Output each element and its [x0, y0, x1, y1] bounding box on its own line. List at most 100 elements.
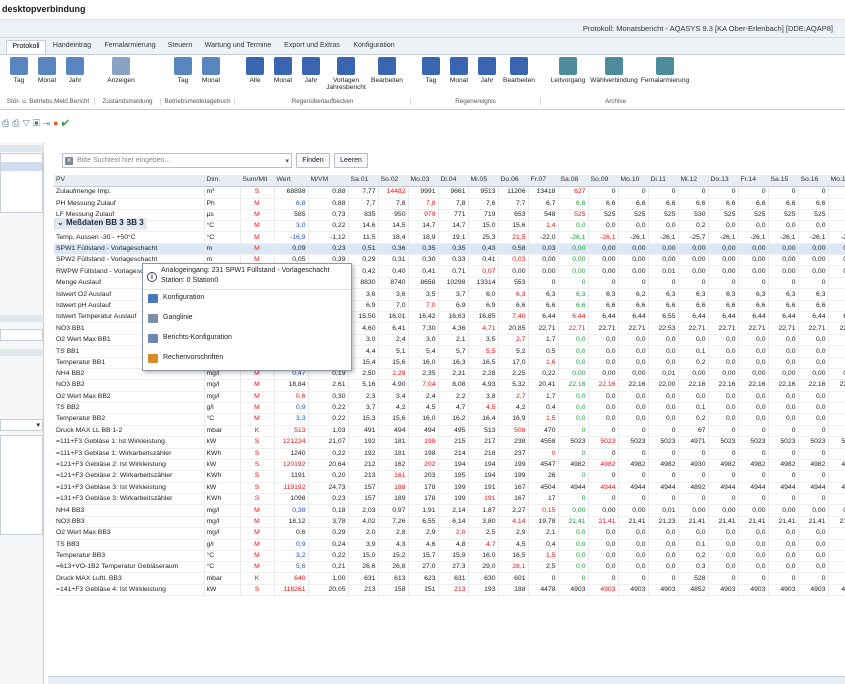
regen-jahr-button[interactable]: Jahr — [472, 57, 502, 99]
panel-field[interactable] — [0, 329, 43, 341]
table-row[interactable]: Temperatur Zulauf°CM3,00,2214,614,514,71… — [54, 220, 845, 233]
archiv-fernalarmierung-button[interactable]: Fernalarmierung — [640, 57, 690, 99]
check-icon[interactable]: ✔ — [61, 118, 72, 128]
find-button[interactable]: Finden — [296, 153, 330, 168]
group-label[interactable]: ⌄ Meßdaten BB 3 — [55, 218, 127, 230]
stoer-jahr-button[interactable]: Jahr — [60, 57, 90, 99]
tab-handeintrag[interactable]: Handeintrag — [50, 40, 94, 54]
group-row[interactable]: ⌄ Meßdaten BB 3 — [54, 218, 127, 230]
column-header[interactable]: So.02 — [378, 175, 409, 187]
clear-search-icon[interactable]: ✕ — [65, 157, 73, 165]
table-row[interactable]: =111+F3 Gebläse 1: Ist Wirkleistung kW S 12… — [54, 436, 845, 449]
archiv-leitvorgang-button[interactable]: Leitvorgang — [548, 57, 588, 99]
stoer-monat-button[interactable]: Monat — [32, 57, 62, 99]
column-header[interactable]: Wert — [274, 175, 309, 187]
table-row[interactable]: =131+F3 Gebläse 3: Ist Wirkleistung kW S 11… — [54, 482, 845, 494]
panel-tree[interactable] — [0, 153, 43, 213]
table-row[interactable]: O2 Wert Max BB3 mg/l M 0,6 0,29 2,0 2,8 2,9 2,0 2… — [54, 527, 845, 540]
column-header[interactable]: Do.06 — [498, 175, 529, 187]
tagebuch-monat-button[interactable]: Monat — [196, 57, 226, 99]
tab-konfiguration[interactable]: Konfiguration — [350, 40, 398, 54]
table-row[interactable]: Temperatur BB3 °C M 3,2 0,22 15,0 15,2 15,7 15,9… — [54, 550, 845, 563]
column-header[interactable]: Mo.17 — [828, 175, 845, 187]
column-header[interactable]: Sum/Mit — [240, 175, 275, 187]
table-cell: 6,6 — [558, 198, 589, 210]
table-row[interactable]: NH4 BB3 mg/l M 0,38 0,18 2,03 0,97 1,91 2,14 1,87… — [54, 505, 845, 517]
tab-wartung[interactable]: Wartung und Termine — [200, 40, 276, 54]
table-row[interactable]: NO3 BB2 mg/l M 18,84 2,61 5,16 4,90 7,04 8,08 4,9… — [54, 379, 845, 392]
chevron-down-icon[interactable]: ⌄ — [57, 218, 66, 227]
column-header[interactable]: Mo.03 — [408, 175, 439, 187]
tab-steuern[interactable]: Steuern — [164, 40, 196, 54]
rub-bearbeiten-button[interactable]: Bearbeiten — [368, 57, 406, 99]
save-icon[interactable]: ▣ — [33, 118, 43, 128]
table-row[interactable]: =613+VO-1B2 Temperatur Gebläseraum °C M 5,6… — [54, 561, 845, 574]
zustand-anzeigen-button[interactable]: Anzeigen — [104, 57, 138, 99]
column-header[interactable]: PV — [54, 175, 205, 187]
print-icon[interactable]: ⎙ — [2, 118, 12, 128]
chevron-down-icon[interactable]: ▾ — [285, 157, 289, 165]
clear-button[interactable]: Leeren — [334, 153, 368, 168]
table-row[interactable]: SPW1 Füllstand - Vorlageschacht m M 0,09 0,2… — [54, 243, 845, 256]
rub-jahr-button[interactable]: Jahr — [296, 57, 326, 99]
column-header[interactable]: So.09 — [588, 175, 619, 187]
column-header[interactable]: Sa.15 — [768, 175, 799, 187]
table-row[interactable]: Temp. Aussen -30 - +50°C °C M -16,9 -1,12 11,… — [54, 231, 845, 244]
archiv-waehlverbindung-button[interactable]: Wählverbindung — [590, 57, 638, 99]
table-row[interactable]: NO3 BB3 mg/l M 18,12 3,78 4,02 7,26 6,55 6,14 3,8… — [54, 516, 845, 529]
menu-item-ganglinie[interactable]: Ganglinie — [143, 310, 351, 327]
menu-item-rechenvorschriften[interactable]: Rechenvorschriften — [143, 350, 351, 367]
regen-tag-button[interactable]: Tag — [416, 57, 446, 99]
table-row[interactable]: PH Messung Zulauf Ph M 6,8 0,88 7,7 7,8 7,8 7,8 7… — [54, 198, 845, 210]
rub-monat-button[interactable]: Monat — [268, 57, 298, 99]
column-header[interactable]: Fr.14 — [738, 175, 769, 187]
regen-bearbeiten-button[interactable]: Bearbeiten — [500, 57, 538, 99]
table-row[interactable]: LF Messung Zulauf µs M 585 0,73 835 950 979 771 7… — [54, 209, 845, 222]
tree-selected-item[interactable] — [1, 162, 42, 171]
column-header[interactable]: Di.11 — [648, 175, 679, 187]
table-row[interactable]: =141+F3 Gebläse 4: Ist Wirkleistung kW S 11… — [54, 584, 845, 597]
menu-item-konfiguration[interactable]: Konfiguration — [143, 290, 351, 307]
table-row[interactable]: TS BB2 g/l M 0,9 0,22 3,7 4,2 4,5 4,7 4,5 4,2 0,4 0,… — [54, 402, 845, 415]
table-row[interactable]: =111+F3 Gebläse 1: Wirkarbeitszähler KWh S… — [54, 448, 845, 460]
column-header[interactable]: Mi.12 — [678, 175, 709, 187]
column-header[interactable]: Mo.10 — [618, 175, 649, 187]
table-row[interactable]: Druck MAX LL BB 1-2 mbar K 513 1,03 491 494 494… — [54, 425, 845, 437]
column-header[interactable]: Mi.05 — [468, 175, 499, 187]
print-preview-icon[interactable]: ⎙ — [12, 118, 22, 128]
column-header[interactable]: Sa.08 — [558, 175, 589, 187]
panel-dropdown[interactable]: ▾ — [0, 419, 43, 431]
horizontal-scrollbar[interactable] — [48, 676, 845, 684]
column-header[interactable]: Do.13 — [708, 175, 739, 187]
table-row[interactable]: TS BB3 g/l M 0,9 0,24 3,9 4,3 4,6 4,8 4,7 4,5 0,4 0,… — [54, 539, 845, 551]
table-row[interactable]: =121+F3 Gebläse 2: Ist Wirkleistung kW S 12… — [54, 459, 845, 472]
report-grid[interactable]: PV Dim. Sum/Mit Wert M/VM Sa.01 So.02 Mo.03 Di.0… — [54, 175, 845, 683]
rub-alle-button[interactable]: Alle — [240, 57, 270, 99]
table-cell: 6,3 — [648, 288, 679, 301]
tagebuch-tag-button[interactable]: Tag — [168, 57, 198, 99]
table-row[interactable]: Druck MAX Luftl. BB3 mbar K 640 1,00 631 613 62… — [54, 572, 845, 585]
table-row[interactable]: Temperatur BB2 °C M 3,3 0,22 15,3 15,6 16,0 16,2… — [54, 413, 845, 426]
menu-item-berichts-konfiguration[interactable]: Berichts-Konfiguration — [143, 330, 351, 347]
panel-list[interactable] — [0, 435, 43, 535]
column-header[interactable]: So.16 — [798, 175, 829, 187]
tab-export[interactable]: Export und Extras — [282, 40, 342, 54]
column-header[interactable]: Di.04 — [438, 175, 469, 187]
table-row[interactable]: Zulaufmenge Imp. m³ S 68898 0,88 7,77 14482 999… — [54, 186, 845, 199]
column-header[interactable]: Fr.07 — [528, 175, 559, 187]
regen-monat-button[interactable]: Monat — [444, 57, 474, 99]
tab-protokoll[interactable]: Protokoll — [6, 40, 46, 54]
table-row[interactable]: =131+F3 Gebläse 3: Wirkarbeitszähler KWh S… — [54, 493, 845, 506]
table-row[interactable]: =121+F3 Gebläse 2: Wirkarbeitszähler KWh S… — [54, 470, 845, 483]
filter-icon[interactable]: ▽ — [22, 118, 33, 128]
export-icon[interactable]: ⇥ — [43, 118, 53, 128]
column-header[interactable]: Sa.01 — [348, 175, 379, 187]
stoer-tag-button[interactable]: Tag — [4, 57, 34, 99]
tab-fernalarmierung[interactable]: Fernalarmierung — [100, 40, 160, 54]
column-header[interactable]: Dim. — [204, 175, 241, 187]
search-field[interactable]: ✕ Bitte Suchtext hier eingeben... ▾ — [62, 153, 292, 168]
rub-vorlagen-button[interactable]: Vorlagen Jahresbericht — [324, 57, 368, 99]
table-row[interactable]: O2 Wert Max BB2 mg/l M 0,6 0,30 2,3 3,4 2,4 2,2 3… — [54, 391, 845, 403]
column-header[interactable]: M/VM — [308, 175, 349, 187]
table-cell: 0,00 — [558, 243, 589, 256]
